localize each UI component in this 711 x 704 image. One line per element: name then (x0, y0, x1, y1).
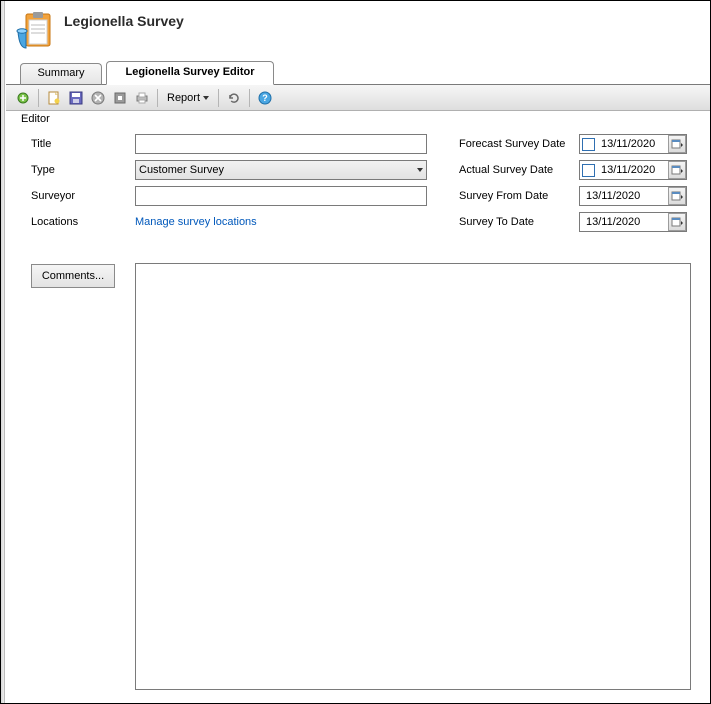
editor-panel: Editor Title Forecast Survey Date Type C… (11, 113, 709, 702)
forecast-date-checkbox[interactable] (582, 138, 595, 151)
tab-editor-label: Legionella Survey Editor (126, 66, 255, 78)
forecast-date-dropdown[interactable] (668, 135, 686, 153)
to-date-label: Survey To Date (459, 216, 579, 228)
editor-form: Title Forecast Survey Date Type Customer… (31, 131, 691, 235)
to-date-field (579, 212, 687, 232)
actual-date-label: Actual Survey Date (459, 164, 579, 176)
from-date-dropdown[interactable] (668, 187, 686, 205)
survey-clipboard-icon (12, 8, 56, 52)
tab-summary-label: Summary (37, 67, 84, 79)
locations-label: Locations (31, 216, 135, 228)
save-button[interactable] (65, 87, 87, 109)
surveyor-label: Surveyor (31, 190, 135, 202)
title-input[interactable] (135, 134, 427, 154)
new-doc-button[interactable] (43, 87, 65, 109)
actual-date-input[interactable] (599, 163, 663, 177)
title-label: Title (31, 138, 135, 150)
actual-date-field (579, 160, 687, 180)
new-button[interactable] (12, 87, 34, 109)
type-label: Type (31, 164, 135, 176)
toolbar-separator (218, 89, 219, 107)
stop-button[interactable] (109, 87, 131, 109)
help-button[interactable]: ? (254, 87, 276, 109)
to-date-dropdown[interactable] (668, 213, 686, 231)
comments-button-label: Comments... (42, 270, 104, 282)
to-date-input[interactable] (584, 215, 648, 229)
type-select-value: Customer Survey (139, 164, 224, 176)
comments-textarea[interactable] (135, 263, 691, 690)
report-label: Report (167, 92, 200, 104)
toolbar-separator (157, 89, 158, 107)
type-select[interactable]: Customer Survey (135, 160, 427, 180)
header: Legionella Survey (6, 1, 710, 59)
cancel-button[interactable] (87, 87, 109, 109)
editor-group-label: Editor (21, 113, 50, 125)
actual-date-dropdown[interactable] (668, 161, 686, 179)
forecast-date-label: Forecast Survey Date (459, 138, 579, 150)
from-date-field (579, 186, 687, 206)
report-dropdown[interactable]: Report (162, 87, 214, 109)
forecast-date-input[interactable] (599, 137, 663, 151)
toolbar: Report ? (6, 85, 710, 111)
forecast-date-field (579, 134, 687, 154)
surveyor-input[interactable] (135, 186, 427, 206)
svg-text:?: ? (262, 93, 268, 103)
tab-editor[interactable]: Legionella Survey Editor (106, 61, 274, 85)
tab-strip: Summary Legionella Survey Editor (6, 59, 710, 85)
print-button[interactable] (131, 87, 153, 109)
manage-locations-link[interactable]: Manage survey locations (135, 216, 257, 228)
actual-date-checkbox[interactable] (582, 164, 595, 177)
left-border-strip (1, 1, 5, 703)
toolbar-separator (38, 89, 39, 107)
from-date-input[interactable] (584, 189, 648, 203)
tab-summary[interactable]: Summary (20, 63, 102, 85)
page-title: Legionella Survey (64, 13, 184, 29)
refresh-button[interactable] (223, 87, 245, 109)
toolbar-separator (249, 89, 250, 107)
comments-button[interactable]: Comments... (31, 264, 115, 288)
from-date-label: Survey From Date (459, 190, 579, 202)
chevron-down-icon (417, 168, 423, 172)
chevron-down-icon (203, 96, 209, 100)
